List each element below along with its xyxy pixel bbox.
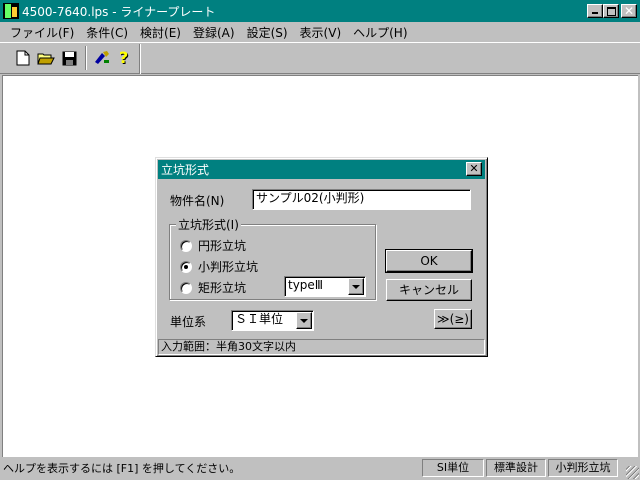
- dialog-close-button[interactable]: ✕: [466, 162, 482, 176]
- object-name-label: 物件名(N): [170, 194, 225, 208]
- unit-system-select[interactable]: ＳＩ単位: [231, 310, 314, 331]
- radio-button[interactable]: [180, 239, 192, 252]
- run-tool-icon[interactable]: [91, 47, 113, 69]
- open-folder-icon[interactable]: [35, 47, 57, 69]
- ok-button[interactable]: OK: [385, 249, 473, 273]
- menu-conditions[interactable]: 条件(C): [80, 24, 134, 41]
- unit-system-label: 単位系: [170, 315, 207, 329]
- unit-select-value: ＳＩ単位: [235, 312, 284, 326]
- dialog-title: 立坑形式: [161, 163, 210, 177]
- object-name-field[interactable]: サンプル02(小判形): [252, 189, 471, 210]
- chevron-down-icon[interactable]: [348, 278, 364, 295]
- help-question-icon[interactable]: ??: [114, 47, 136, 69]
- shaft-type-dialog: 立坑形式 ✕ 物件名(N) サンプル02(小判形) 立坑形式(I) 円形立坑 小…: [155, 157, 488, 357]
- close-button[interactable]: ✕: [621, 4, 637, 18]
- radio-button[interactable]: [180, 281, 192, 294]
- radio-label: 円形立坑: [198, 239, 247, 253]
- resize-grip[interactable]: [626, 466, 639, 479]
- status-help-text: ヘルプを表示するには [F1] を押してください。: [3, 462, 241, 475]
- radio-label: 矩形立坑: [198, 281, 247, 295]
- type-select[interactable]: typeⅢ: [284, 276, 366, 297]
- title-bar[interactable]: 4500-7640.lps - ライナープレート ✕: [0, 0, 640, 22]
- maximize-icon: [604, 5, 618, 17]
- window-title: 4500-7640.lps - ライナープレート: [22, 4, 216, 19]
- cancel-button[interactable]: キャンセル: [386, 279, 472, 301]
- more-button[interactable]: ≫(≥): [434, 309, 472, 329]
- menu-settings[interactable]: 設定(S): [241, 24, 294, 41]
- radio-rectangular[interactable]: 矩形立坑: [180, 279, 246, 296]
- status-bar: ヘルプを表示するには [F1] を押してください。 SI単位 標準設計 小判形立…: [0, 457, 640, 480]
- radio-circular[interactable]: 円形立坑: [180, 237, 246, 254]
- toolbar-end-separator: [139, 44, 141, 74]
- minimize-button[interactable]: [587, 4, 603, 18]
- window-controls: ✕: [587, 4, 637, 18]
- menu-help[interactable]: ヘルプ(H): [347, 24, 413, 41]
- status-shaft-panel: 小判形立坑: [548, 459, 618, 477]
- radio-oval[interactable]: 小判形立坑: [180, 258, 258, 275]
- toolbar: ??: [0, 42, 640, 74]
- save-disk-icon[interactable]: [58, 47, 80, 69]
- dialog-hint: 入力範囲：半角30文字以内: [158, 339, 485, 355]
- new-file-icon[interactable]: [12, 47, 34, 69]
- menu-register[interactable]: 登録(A): [187, 24, 241, 41]
- maximize-button[interactable]: [603, 4, 619, 18]
- close-icon: ✕: [469, 162, 479, 175]
- svg-text:?: ?: [119, 49, 128, 67]
- menu-examine[interactable]: 検討(E): [134, 24, 187, 41]
- dialog-title-bar[interactable]: 立坑形式 ✕: [158, 160, 485, 179]
- minimize-icon: [588, 5, 602, 17]
- close-icon: ✕: [623, 4, 635, 18]
- shaft-type-group-label: 立坑形式(I): [176, 216, 241, 233]
- chevron-down-icon[interactable]: [296, 312, 312, 329]
- menu-view[interactable]: 表示(V): [294, 24, 348, 41]
- radio-label: 小判形立坑: [198, 260, 259, 274]
- app-icon[interactable]: [3, 3, 19, 19]
- status-design-panel: 標準設計: [486, 459, 546, 477]
- menu-file[interactable]: ファイル(F): [4, 24, 80, 41]
- app-window: 4500-7640.lps - ライナープレート ✕ ファイル(F) 条件(C)…: [0, 0, 640, 480]
- status-unit-panel: SI単位: [422, 459, 484, 477]
- radio-button[interactable]: [180, 260, 192, 273]
- type-select-value: typeⅢ: [288, 278, 324, 292]
- toolbar-separator: [85, 46, 87, 70]
- menu-bar: ファイル(F) 条件(C) 検討(E) 登録(A) 設定(S) 表示(V) ヘル…: [0, 22, 640, 42]
